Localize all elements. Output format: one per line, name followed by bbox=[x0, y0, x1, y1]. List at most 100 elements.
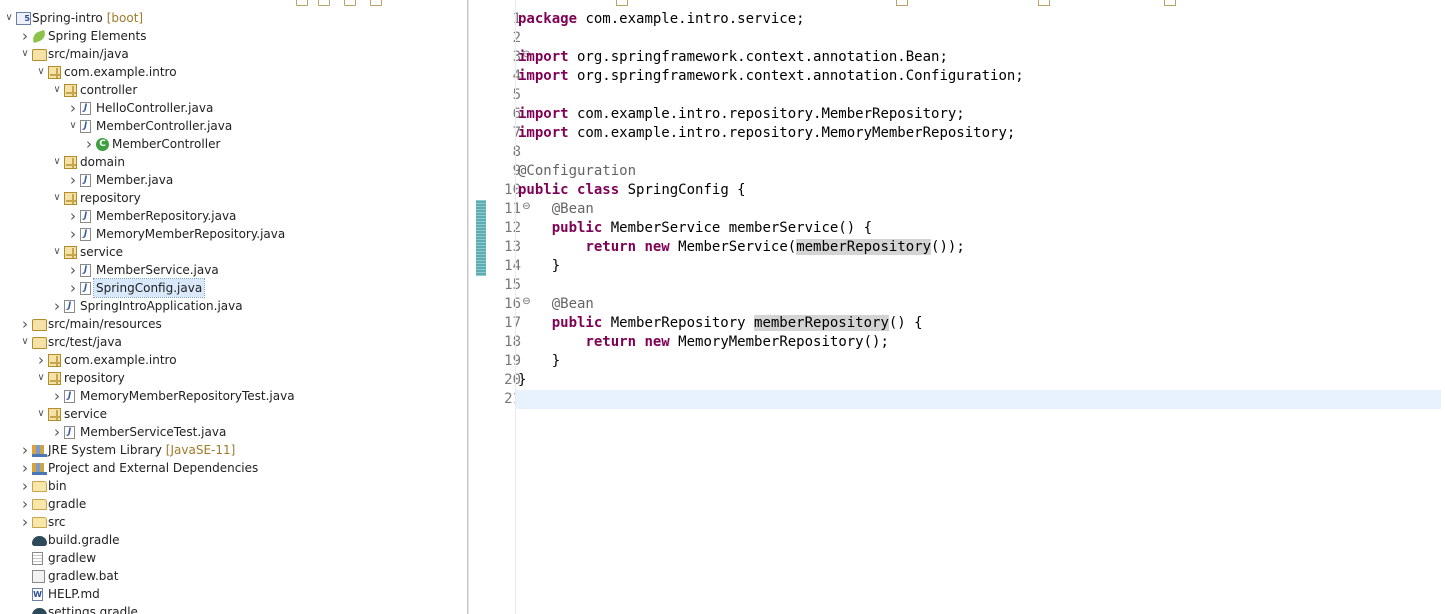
tree-item[interactable]: › J SpringIntroApplication.java bbox=[0, 297, 460, 315]
chevron-right-icon[interactable]: › bbox=[18, 477, 32, 495]
overview-ruler[interactable] bbox=[470, 0, 486, 614]
chevron-right-icon[interactable]: › bbox=[18, 459, 32, 477]
chevron-right-icon[interactable]: › bbox=[50, 387, 64, 405]
tree-item[interactable]: › bin bbox=[0, 477, 460, 495]
java-file-icon: J bbox=[80, 102, 91, 115]
chevron-down-icon[interactable]: ∨ bbox=[18, 333, 32, 351]
chevron-down-icon[interactable]: ∨ bbox=[50, 243, 64, 261]
tree-item[interactable]: › J MemberRepository.java bbox=[0, 207, 460, 225]
tree-item[interactable]: › src bbox=[0, 513, 460, 531]
tree-item[interactable]: › J MemberServiceTest.java bbox=[0, 423, 460, 441]
occurrence-highlight: memberRepository bbox=[796, 239, 932, 255]
chevron-down-icon[interactable]: ∨ bbox=[50, 81, 64, 99]
code-line[interactable]: import org.springframework.context.annot… bbox=[518, 67, 1024, 86]
chevron-right-icon[interactable]: › bbox=[18, 315, 32, 333]
tree-item-label: MemberService.java bbox=[96, 263, 219, 277]
change-marker[interactable] bbox=[476, 200, 486, 276]
tree-item[interactable]: gradlew bbox=[0, 549, 460, 567]
tree-item-label: gradle bbox=[48, 497, 87, 511]
tree-item[interactable]: › J MemoryMemberRepository.java bbox=[0, 225, 460, 243]
chevron-right-icon[interactable]: › bbox=[50, 423, 64, 441]
tree-item[interactable]: ∨ controller bbox=[0, 81, 460, 99]
code-annotation: @Bean bbox=[551, 201, 594, 217]
package-icon bbox=[48, 408, 61, 421]
code-line[interactable]: public MemberRepository memberRepository… bbox=[518, 314, 923, 333]
chevron-down-icon[interactable]: ∨ bbox=[66, 117, 80, 135]
chevron-right-icon[interactable]: › bbox=[18, 27, 32, 45]
tree-item[interactable]: › gradle bbox=[0, 495, 460, 513]
tree-item[interactable]: › C MemberController bbox=[0, 135, 460, 153]
tree-item[interactable]: settings.gradle bbox=[0, 603, 460, 614]
chevron-right-icon[interactable]: › bbox=[18, 441, 32, 459]
tree-item-label: service bbox=[64, 407, 107, 421]
code-line[interactable]: import com.example.intro.repository.Memo… bbox=[518, 124, 1015, 143]
tree-item[interactable]: ∨ service bbox=[0, 405, 460, 423]
tree-item[interactable]: ∨ repository bbox=[0, 369, 460, 387]
view-splitter[interactable] bbox=[467, 0, 469, 614]
tree-item[interactable]: build.gradle bbox=[0, 531, 460, 549]
tree-item[interactable]: gradlew.bat bbox=[0, 567, 460, 585]
code-line[interactable]: import com.example.intro.repository.Memb… bbox=[518, 105, 965, 124]
tree-item[interactable]: › Spring Elements bbox=[0, 27, 460, 45]
code-line[interactable]: @Bean bbox=[518, 200, 594, 219]
code-area[interactable]: package com.example.intro.service; import… bbox=[515, 0, 1445, 614]
toolbar-icon[interactable] bbox=[370, 0, 382, 6]
code-line[interactable]: public MemberService memberService() { bbox=[518, 219, 872, 238]
tree-item[interactable]: › JRE System Library [JavaSE-11] bbox=[0, 441, 460, 459]
chevron-down-icon[interactable]: ∨ bbox=[34, 405, 48, 423]
chevron-right-icon[interactable]: › bbox=[82, 135, 96, 153]
chevron-right-icon[interactable]: › bbox=[34, 351, 48, 369]
code-line[interactable]: return new MemberService(memberRepositor… bbox=[518, 238, 965, 257]
tree-item[interactable]: ∨ repository bbox=[0, 189, 460, 207]
chevron-right-icon[interactable]: › bbox=[66, 207, 80, 225]
tree-item[interactable]: ∨ service bbox=[0, 243, 460, 261]
code-line[interactable]: @Bean bbox=[518, 295, 594, 314]
tree-item[interactable]: ∨ src/main/java bbox=[0, 45, 460, 63]
code-line[interactable]: } bbox=[518, 257, 560, 276]
code-line[interactable]: import org.springframework.context.annot… bbox=[518, 48, 948, 67]
chevron-down-icon[interactable]: ∨ bbox=[34, 63, 48, 81]
toolbar-icon[interactable] bbox=[318, 0, 330, 6]
tree-item[interactable]: › J MemoryMemberRepositoryTest.java bbox=[0, 387, 460, 405]
chevron-right-icon[interactable]: › bbox=[50, 297, 64, 315]
toolbar-icon[interactable] bbox=[344, 0, 356, 6]
tree-item-label: Member.java bbox=[96, 173, 174, 187]
tree-item[interactable]: › J Member.java bbox=[0, 171, 460, 189]
code-text: com.example.intro.repository.MemoryMembe… bbox=[568, 125, 1016, 141]
code-line[interactable]: } bbox=[518, 371, 526, 390]
chevron-right-icon[interactable]: › bbox=[66, 279, 80, 297]
package-icon bbox=[48, 372, 61, 385]
chevron-down-icon[interactable]: ∨ bbox=[34, 369, 48, 387]
chevron-down-icon[interactable]: ∨ bbox=[2, 9, 16, 27]
tree-item-label: src/test/java bbox=[48, 335, 122, 349]
chevron-right-icon[interactable]: › bbox=[18, 495, 32, 513]
code-line[interactable]: @Configuration bbox=[518, 162, 636, 181]
tree-item-label: Spring-intro [boot] bbox=[32, 11, 144, 25]
chevron-down-icon[interactable]: ∨ bbox=[50, 153, 64, 171]
chevron-down-icon[interactable]: ∨ bbox=[50, 189, 64, 207]
code-line[interactable]: return new MemoryMemberRepository(); bbox=[518, 333, 888, 352]
tree-item[interactable]: › com.example.intro bbox=[0, 351, 460, 369]
tree-item[interactable]: › J HelloController.java bbox=[0, 99, 460, 117]
chevron-down-icon[interactable]: ∨ bbox=[18, 45, 32, 63]
tree-item[interactable]: ∨ src/test/java bbox=[0, 333, 460, 351]
tree-item[interactable]: › Project and External Dependencies bbox=[0, 459, 460, 477]
tree-item[interactable]: W HELP.md bbox=[0, 585, 460, 603]
chevron-right-icon[interactable]: › bbox=[66, 171, 80, 189]
code-line[interactable]: public class SpringConfig { bbox=[518, 181, 746, 200]
tree-item[interactable]: › src/main/resources bbox=[0, 315, 460, 333]
code-line[interactable]: package com.example.intro.service; bbox=[518, 10, 805, 29]
toolbar-icon[interactable] bbox=[296, 0, 308, 6]
tree-item[interactable]: ∨ J MemberController.java bbox=[0, 117, 460, 135]
chevron-right-icon[interactable]: › bbox=[66, 261, 80, 279]
tree-item[interactable]: › J SpringConfig.java bbox=[0, 278, 460, 298]
code-line[interactable]: } bbox=[518, 352, 560, 371]
tree-item[interactable]: ∨ 5 Spring-intro [boot] bbox=[0, 9, 460, 27]
tree-item[interactable]: ∨ domain bbox=[0, 153, 460, 171]
tree-item[interactable]: › J MemberService.java bbox=[0, 261, 460, 279]
tree-item[interactable]: ∨ com.example.intro bbox=[0, 63, 460, 81]
chevron-right-icon[interactable]: › bbox=[66, 99, 80, 117]
chevron-right-icon[interactable]: › bbox=[66, 225, 80, 243]
chevron-right-icon[interactable]: › bbox=[18, 513, 32, 531]
